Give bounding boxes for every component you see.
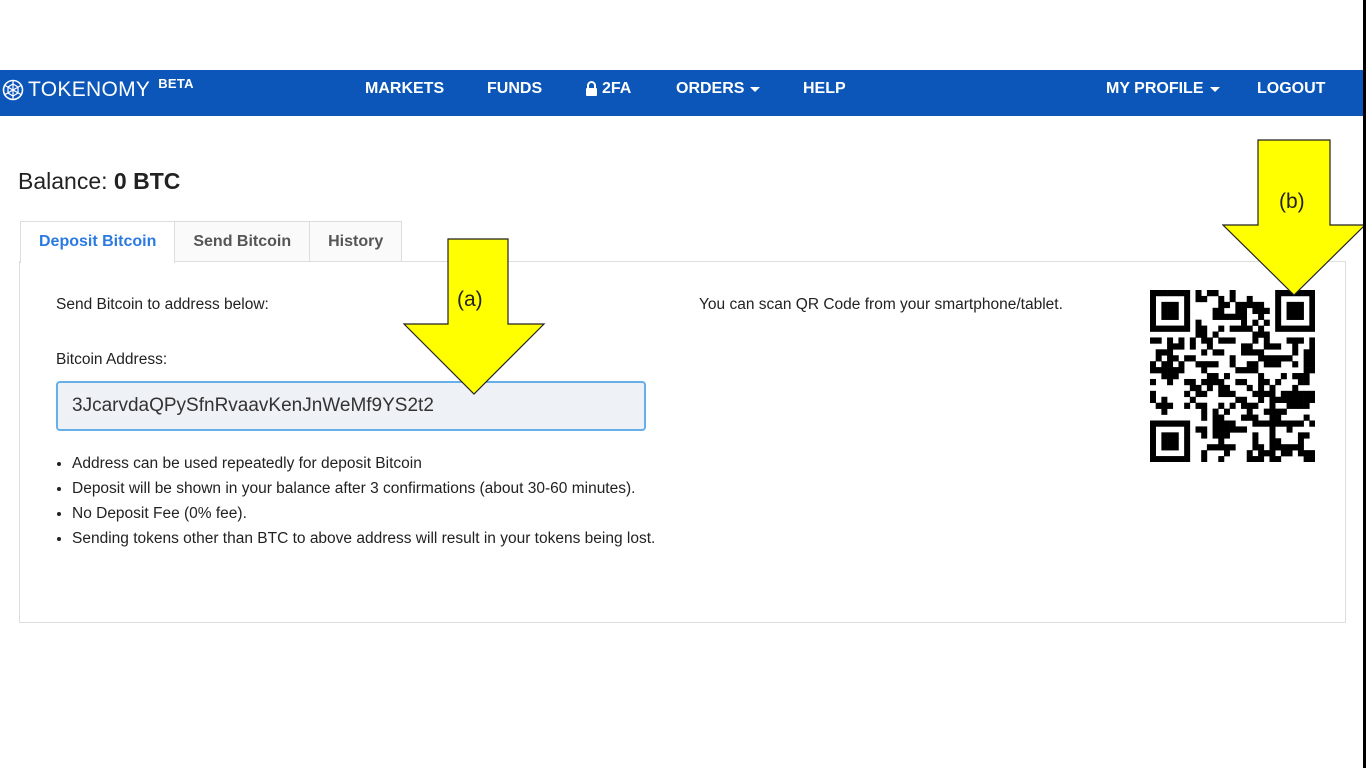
deposit-panel [19,261,1346,623]
nav-orders-label: ORDERS [676,80,745,97]
nav-orders[interactable]: ORDERS [676,80,761,98]
deposit-instruction: Send Bitcoin to address below: [56,296,269,313]
beta-badge: BETA [158,75,194,91]
address-label: Bitcoin Address: [56,351,168,368]
balance-value: 0 BTC [113,168,181,194]
nav-2fa-label: 2FA [602,80,632,97]
brand-logo[interactable]: TOKENOMY BETA [2,76,194,104]
nav-funds[interactable]: FUNDS [487,80,542,98]
lock-icon [586,81,597,96]
tab-deposit-bitcoin[interactable]: Deposit Bitcoin [20,221,176,263]
qr-code [1150,290,1315,462]
balance-label: Balance: [18,168,108,194]
nav-help-label: HELP [803,80,846,97]
nav-logout[interactable]: LOGOUT [1257,80,1325,98]
nav-markets-label: MARKETS [365,80,445,97]
nav-logout-label: LOGOUT [1257,80,1326,97]
nav-help[interactable]: HELP [803,80,846,98]
chevron-down-icon [1209,86,1220,92]
balance-display: Balance: 0 BTC [18,168,180,195]
deposit-notes: Address can be used repeatedly for depos… [48,451,672,551]
note-item: Address can be used repeatedly for depos… [72,451,672,476]
qr-hint: You can scan QR Code from your smartphon… [699,296,1063,313]
tab-send-bitcoin[interactable]: Send Bitcoin [174,221,311,262]
callout-label-a: (a) [457,288,483,311]
note-item: No Deposit Fee (0% fee). [72,501,672,526]
nav-my-profile[interactable]: MY PROFILE [1106,80,1220,98]
nav-funds-label: FUNDS [487,80,543,97]
nav-profile-label: MY PROFILE [1106,80,1204,97]
callout-arrow-a [402,238,546,395]
brand-name: TOKENOMY [28,78,151,101]
note-item: Deposit will be shown in your balance af… [72,476,672,501]
wallet-tabs: Deposit Bitcoin Send Bitcoin History [20,221,403,263]
callout-arrow-b [1222,139,1366,296]
nav-markets[interactable]: MARKETS [365,80,444,98]
callout-label-b: (b) [1279,190,1305,213]
bitcoin-address-field[interactable]: 3JcarvdaQPySfnRvaavKenJnWeMf9YS2t2 [56,381,646,431]
tokenomy-logo-icon [2,79,24,101]
note-item: Sending tokens other than BTC to above a… [72,526,672,551]
tab-history[interactable]: History [309,221,403,262]
chevron-down-icon [750,86,761,92]
nav-2fa[interactable]: 2FA [585,80,631,98]
